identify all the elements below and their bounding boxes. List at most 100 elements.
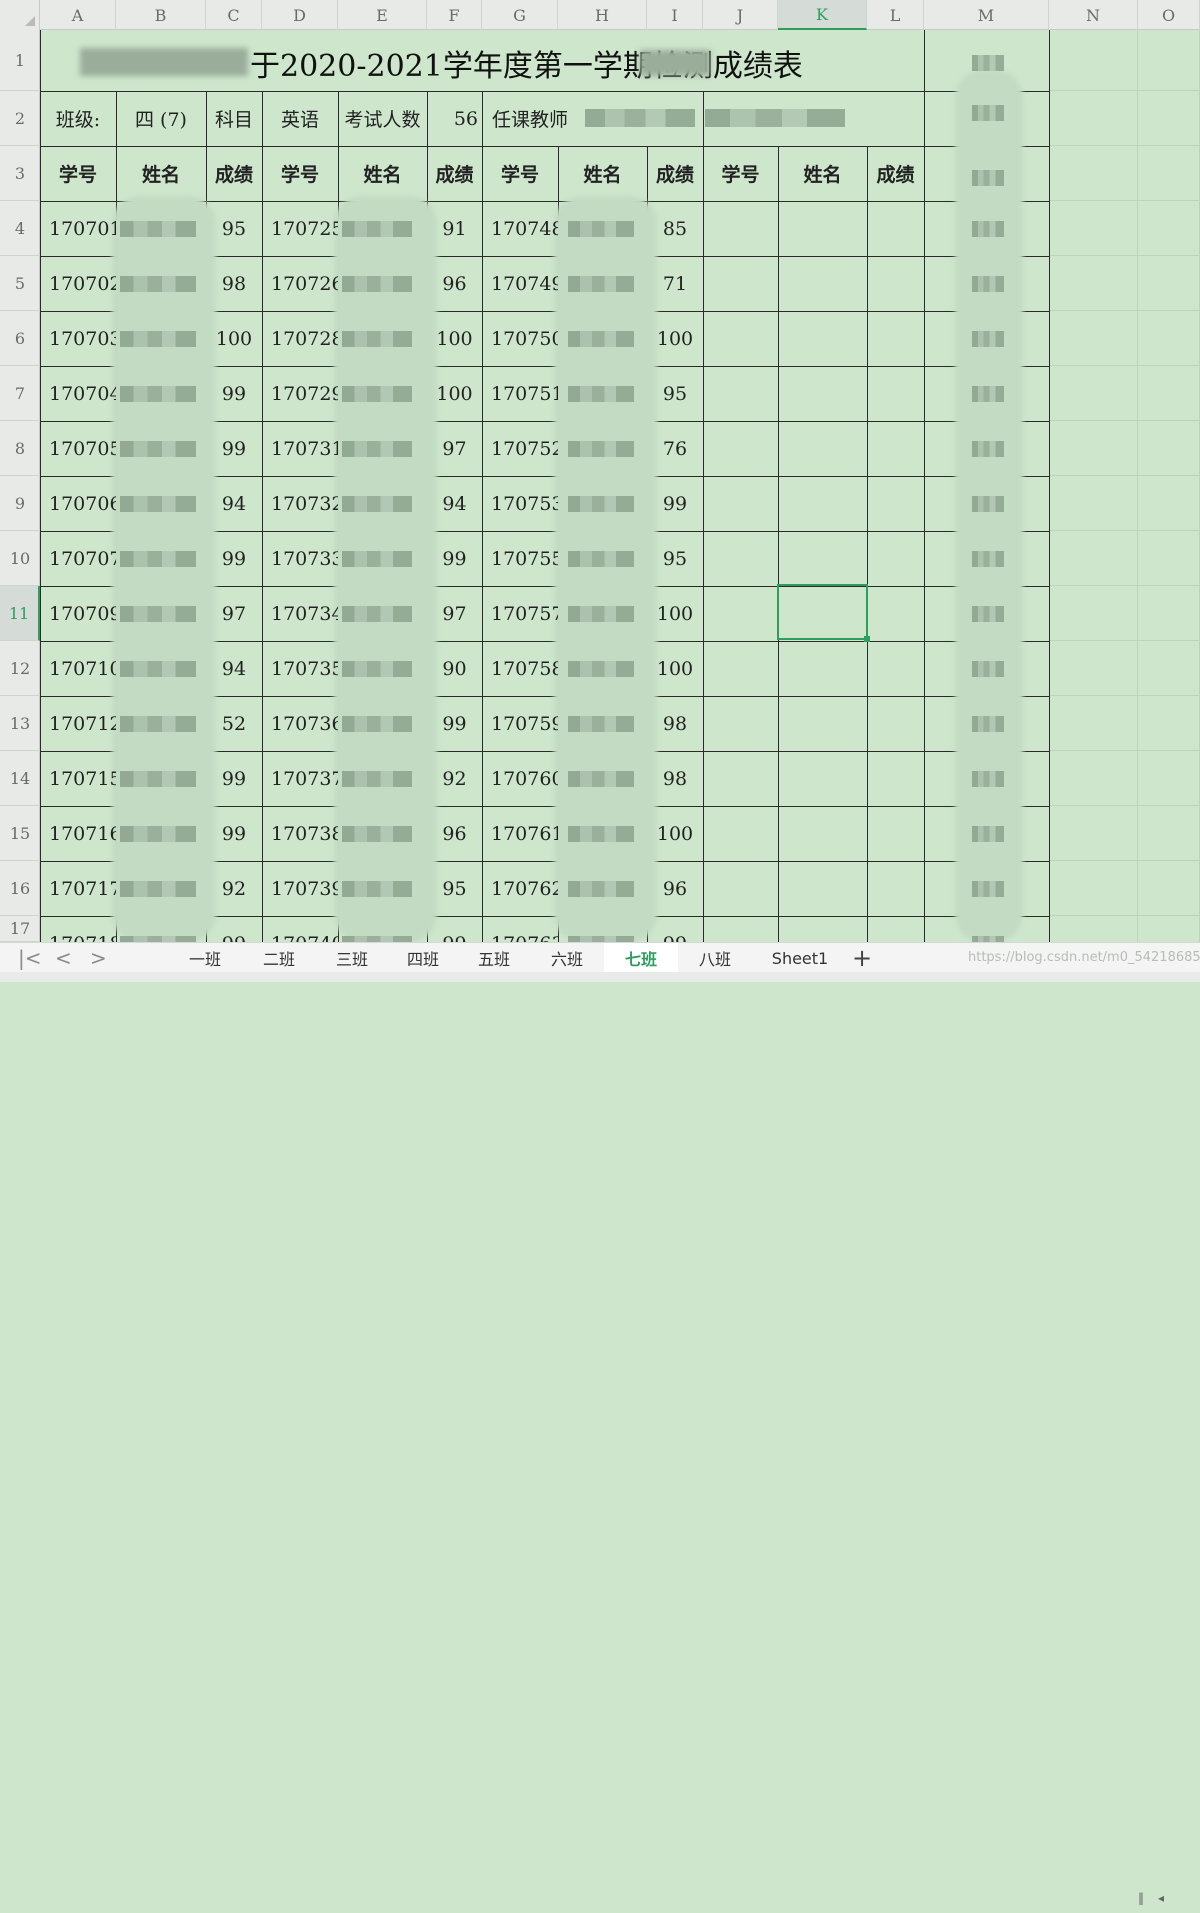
score-cell[interactable]: 99 [647,476,703,531]
student-id-cell[interactable]: 170758 [482,641,558,696]
row-header-10[interactable]: 10 [0,531,40,586]
spreadsheet-grid[interactable]: 于 2020-2021学年度第一学期检测成绩表 班级: 四 (7) 科目 英语 考试人数 56… [0,0,1200,952]
sheet-tab-3[interactable]: 三班 [316,943,388,973]
score-cell[interactable]: 100 [427,366,482,421]
sheet-tab-8[interactable]: 八班 [678,943,752,973]
sheet-tab-5[interactable]: 五班 [458,943,530,973]
student-id-cell[interactable]: 170705 [40,421,116,476]
student-id-cell[interactable]: 170731 [262,421,338,476]
row-header-7[interactable]: 7 [0,366,40,421]
student-id-cell[interactable]: 170749 [482,256,558,311]
student-id-cell[interactable]: 170763 [482,916,558,943]
score-cell[interactable]: 97 [427,421,482,476]
student-id-cell[interactable]: 170709 [40,586,116,641]
student-id-cell[interactable]: 170759 [482,696,558,751]
score-cell[interactable]: 99 [206,916,262,943]
score-cell[interactable]: 95 [647,531,703,586]
score-cell[interactable]: 92 [206,861,262,916]
sheet-tab-4[interactable]: 四班 [388,943,458,973]
column-header-j[interactable]: J [703,0,778,30]
student-id-cell[interactable]: 170732 [262,476,338,531]
first-sheet-nav-icon[interactable]: |< [18,946,42,970]
select-all-corner[interactable] [0,0,40,30]
score-cell[interactable]: 100 [647,806,703,861]
sheet-tab-9[interactable]: Sheet1 [752,943,848,973]
score-cell[interactable]: 99 [206,421,262,476]
student-id-cell[interactable]: 170712 [40,696,116,751]
student-id-cell[interactable]: 170738 [262,806,338,861]
column-header-k[interactable]: K [778,0,867,30]
add-sheet-button[interactable]: + [852,944,872,972]
student-id-cell[interactable]: 170715 [40,751,116,806]
score-cell[interactable]: 98 [647,751,703,806]
score-cell[interactable]: 95 [206,201,262,256]
score-cell[interactable]: 100 [647,311,703,366]
score-cell[interactable]: 91 [427,201,482,256]
student-id-cell[interactable]: 170762 [482,861,558,916]
column-header-d[interactable]: D [262,0,338,30]
score-cell[interactable]: 100 [206,311,262,366]
student-id-cell[interactable]: 170734 [262,586,338,641]
student-id-cell[interactable]: 170702 [40,256,116,311]
column-header-m[interactable]: M [924,0,1049,30]
student-id-cell[interactable]: 170753 [482,476,558,531]
row-header-14[interactable]: 14 [0,751,40,806]
score-cell[interactable]: 90 [427,641,482,696]
row-header-6[interactable]: 6 [0,311,40,366]
student-id-cell[interactable]: 170703 [40,311,116,366]
row-header-1[interactable]: 1 [0,30,40,91]
row-header-4[interactable]: 4 [0,201,40,256]
row-header-5[interactable]: 5 [0,256,40,311]
column-header-o[interactable]: O [1138,0,1200,30]
row-header-17[interactable]: 17 [0,916,40,942]
student-id-cell[interactable]: 170752 [482,421,558,476]
student-id-cell[interactable]: 170725 [262,201,338,256]
sheet-tab-7[interactable]: 七班 [604,943,678,973]
selected-cell-k11[interactable] [777,584,870,642]
student-id-cell[interactable]: 170729 [262,366,338,421]
score-cell[interactable]: 94 [427,476,482,531]
column-header-l[interactable]: L [867,0,924,30]
row-header-8[interactable]: 8 [0,421,40,476]
score-cell[interactable]: 99 [206,531,262,586]
score-cell[interactable]: 98 [206,256,262,311]
score-cell[interactable]: 71 [647,256,703,311]
score-cell[interactable]: 95 [647,366,703,421]
score-cell[interactable]: 98 [647,696,703,751]
student-id-cell[interactable]: 170736 [262,696,338,751]
student-id-cell[interactable]: 170710 [40,641,116,696]
score-cell[interactable]: 97 [206,586,262,641]
row-header-15[interactable]: 15 [0,806,40,861]
column-header-n[interactable]: N [1049,0,1138,30]
sheet-tab-6[interactable]: 六班 [530,943,604,973]
scroll-left-icon[interactable]: ◂ [1158,1891,1164,1905]
score-cell[interactable]: 99 [206,806,262,861]
horizontal-scroll-control[interactable]: ‖ ◂ [1138,1887,1200,1913]
column-header-f[interactable]: F [427,0,482,30]
score-cell[interactable]: 95 [427,861,482,916]
score-cell[interactable]: 99 [206,366,262,421]
score-cell[interactable]: 99 [427,531,482,586]
column-header-e[interactable]: E [338,0,427,30]
row-header-16[interactable]: 16 [0,861,40,916]
score-cell[interactable]: 99 [427,696,482,751]
score-cell[interactable]: 97 [427,586,482,641]
student-id-cell[interactable]: 170707 [40,531,116,586]
score-cell[interactable]: 94 [206,476,262,531]
column-header-g[interactable]: G [482,0,558,30]
sheet-tab-2[interactable]: 二班 [242,943,316,973]
student-id-cell[interactable]: 170740 [262,916,338,943]
column-header-h[interactable]: H [558,0,647,30]
student-id-cell[interactable]: 170751 [482,366,558,421]
student-id-cell[interactable]: 170701 [40,201,116,256]
scroll-grip-icon[interactable]: ‖ [1138,1891,1144,1905]
row-header-2[interactable]: 2 [0,91,40,146]
score-cell[interactable]: 92 [427,751,482,806]
student-id-cell[interactable]: 170717 [40,861,116,916]
student-id-cell[interactable]: 170716 [40,806,116,861]
score-cell[interactable]: 94 [206,641,262,696]
row-header-13[interactable]: 13 [0,696,40,751]
score-cell[interactable]: 99 [206,751,262,806]
column-header-c[interactable]: C [206,0,262,30]
score-cell[interactable]: 100 [427,311,482,366]
